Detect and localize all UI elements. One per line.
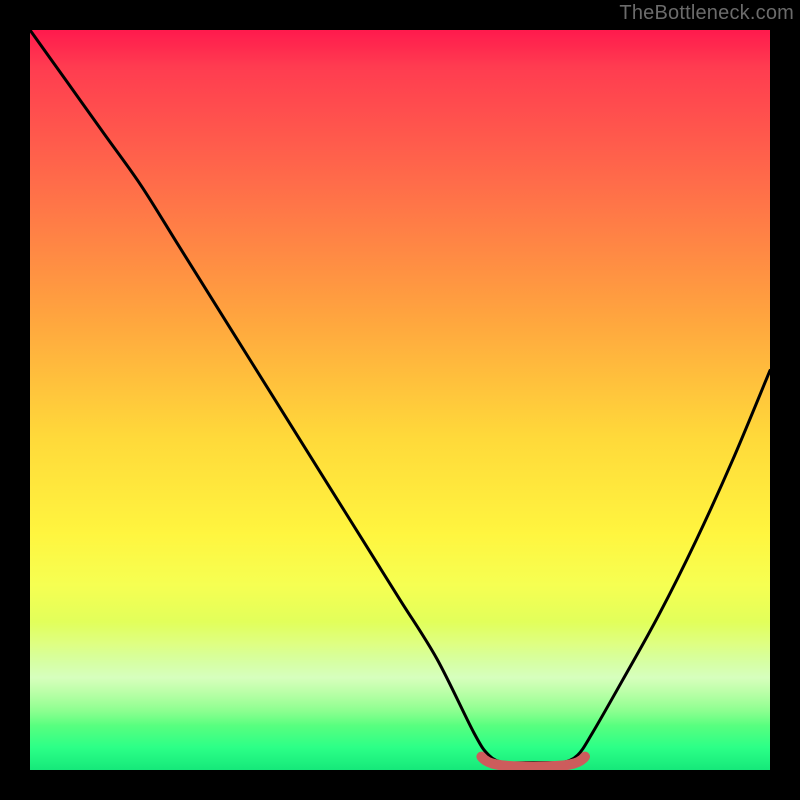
curve-layer	[30, 30, 770, 770]
floor-marker	[481, 757, 585, 767]
bottleneck-curve	[30, 30, 770, 763]
watermark-text: TheBottleneck.com	[619, 2, 794, 25]
plot-area	[30, 30, 770, 770]
chart-frame: TheBottleneck.com	[0, 0, 800, 800]
